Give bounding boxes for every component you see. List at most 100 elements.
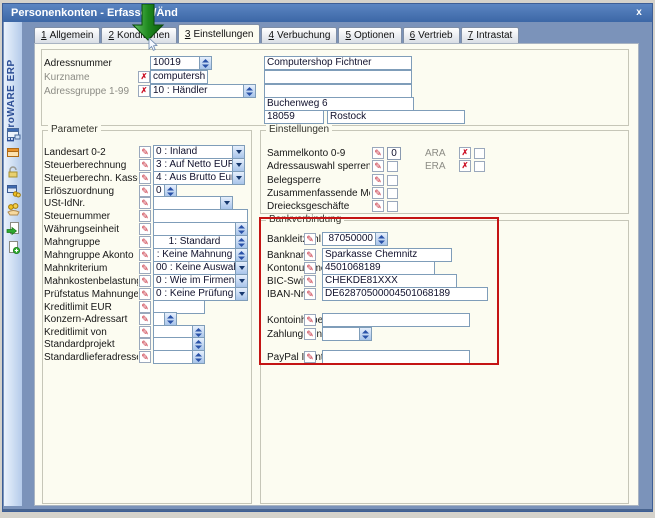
zusammenfassende-meldung-edit-flag-icon[interactable]: [372, 187, 384, 199]
steuerberechnung-dropdown-button[interactable]: [232, 159, 244, 171]
tab-intrastat[interactable]: 7Intrastat: [461, 27, 520, 43]
bic-swift-field[interactable]: CHEKDE81XXX: [322, 274, 457, 288]
ust-idnr-edit-flag-icon[interactable]: [139, 197, 151, 209]
adressgruppe-1-99-field[interactable]: 10 : Händler: [150, 84, 256, 98]
steuerberechn-kasse-dropdown-button[interactable]: [232, 172, 244, 184]
ara-clear-icon[interactable]: [459, 147, 471, 159]
bankleitzahl-spinner-button[interactable]: [375, 233, 387, 245]
adressauswahl-sperren-checkbox[interactable]: [387, 161, 398, 172]
pruefstatus-mahnungen-dropdown-button[interactable]: [235, 288, 247, 300]
standardlieferadresse-edit-flag-icon[interactable]: [139, 351, 151, 363]
mahnkriterium-field[interactable]: 00 : Keine Auswahl: [153, 261, 248, 275]
cash-register-icon[interactable]: [6, 183, 21, 198]
landesart-0-2-dropdown-button[interactable]: [232, 146, 244, 158]
zahlung-von-field[interactable]: [322, 327, 372, 341]
mahnkostenbelastung-dropdown-button[interactable]: [235, 275, 247, 287]
name1-field[interactable]: Computershop Fichtner: [264, 56, 412, 70]
kontoinhaber-field[interactable]: [322, 313, 470, 327]
kreditlimit-von-edit-flag-icon[interactable]: [139, 326, 151, 338]
steuerberechn-kasse-edit-flag-icon[interactable]: [139, 172, 151, 184]
iban-nr-field[interactable]: DE62870500004501068189: [322, 287, 488, 301]
kurzname-field[interactable]: computersh: [150, 70, 208, 84]
standardlieferadresse-field[interactable]: [153, 350, 205, 364]
zahlung-von-edit-flag-icon[interactable]: [304, 328, 316, 340]
app-window-icon[interactable]: [6, 126, 21, 141]
bic-swift-edit-flag-icon[interactable]: [304, 275, 316, 287]
waehrungseinheit-field[interactable]: [153, 222, 248, 236]
paypal-ident-edit-flag-icon[interactable]: [304, 351, 316, 363]
city-field[interactable]: Rostock: [327, 110, 465, 124]
tab-vertrieb[interactable]: 6Vertrieb: [403, 27, 460, 43]
konzern-adressart-spinner-button[interactable]: [164, 313, 176, 325]
mahnkostenbelastung-field[interactable]: 0 : Wie im Firmenstamm eing: [153, 274, 248, 288]
page-export-icon[interactable]: [6, 221, 21, 236]
konzern-adressart-edit-flag-icon[interactable]: [139, 313, 151, 325]
mahngruppe-akonto-edit-flag-icon[interactable]: [139, 249, 151, 261]
standardprojekt-edit-flag-icon[interactable]: [139, 338, 151, 350]
ara-checkbox[interactable]: [474, 148, 485, 159]
dreiecksgeschaefte-edit-flag-icon[interactable]: [372, 200, 384, 212]
tab-verbuchung[interactable]: 4Verbuchung: [261, 27, 337, 43]
paypal-ident-field[interactable]: [322, 350, 470, 364]
steuerberechnung-edit-flag-icon[interactable]: [139, 159, 151, 171]
folder-window-icon[interactable]: [6, 145, 21, 160]
adressgruppe-1-99-spinner-button[interactable]: [243, 85, 255, 97]
waehrungseinheit-edit-flag-icon[interactable]: [139, 223, 151, 235]
standardprojekt-spinner-button[interactable]: [192, 338, 204, 350]
kurzname-clear-icon[interactable]: [138, 71, 150, 83]
iban-nr-edit-flag-icon[interactable]: [304, 288, 316, 300]
era-clear-icon[interactable]: [459, 160, 471, 172]
zip-field[interactable]: 18059: [264, 110, 324, 124]
konzern-adressart-field[interactable]: [153, 312, 177, 326]
tab-konditionen[interactable]: 2Konditionen: [101, 27, 176, 43]
adressnummer-field[interactable]: 10019: [150, 56, 212, 70]
mahngruppe-akonto-spinner-button[interactable]: [235, 249, 247, 261]
dreiecksgeschaefte-checkbox[interactable]: [387, 201, 398, 212]
mahngruppe-field[interactable]: 1: Standard: [153, 235, 248, 249]
belegsperre-checkbox[interactable]: [387, 175, 398, 186]
adressgruppe-1-99-clear-icon[interactable]: [138, 85, 150, 97]
bankleitzahl-edit-flag-icon[interactable]: [304, 233, 316, 245]
mahnkriterium-dropdown-button[interactable]: [235, 262, 247, 274]
tab-allgemein[interactable]: 1Allgemein: [34, 27, 100, 43]
ust-idnr-dropdown-button[interactable]: [220, 197, 232, 209]
standardlieferadresse-spinner-button[interactable]: [192, 351, 204, 363]
kontonummer-field[interactable]: 4501068189: [322, 261, 435, 275]
mahnkostenbelastung-edit-flag-icon[interactable]: [139, 275, 151, 287]
erloeszuordnung-edit-flag-icon[interactable]: [139, 185, 151, 197]
zusammenfassende-meldung-checkbox[interactable]: [387, 188, 398, 199]
landesart-0-2-field[interactable]: 0 : Inland: [153, 145, 245, 159]
sammelkonto-0-9-value-field[interactable]: 0: [387, 147, 401, 160]
steuernummer-field[interactable]: [153, 209, 248, 223]
adressauswahl-sperren-edit-flag-icon[interactable]: [372, 160, 384, 172]
tab-optionen[interactable]: 5Optionen: [338, 27, 401, 43]
sammelkonto-0-9-edit-flag-icon[interactable]: [372, 147, 384, 159]
mahngruppe-akonto-field[interactable]: : Keine Mahnung: [153, 248, 248, 262]
ust-idnr-field[interactable]: [153, 196, 233, 210]
steuerberechnung-field[interactable]: 3 : Auf Netto EUR: [153, 158, 245, 172]
street-field[interactable]: Buchenweg 6: [264, 97, 414, 111]
name2-field[interactable]: [264, 70, 412, 84]
waehrungseinheit-spinner-button[interactable]: [235, 223, 247, 235]
pruefstatus-mahnungen-field[interactable]: 0 : Keine Prüfung: [153, 287, 248, 301]
tab-einstellungen[interactable]: 3Einstellungen: [178, 24, 261, 43]
bankname-edit-flag-icon[interactable]: [304, 249, 316, 261]
mahnkriterium-edit-flag-icon[interactable]: [139, 262, 151, 274]
unlock-icon[interactable]: [6, 164, 21, 179]
mahngruppe-spinner-button[interactable]: [235, 236, 247, 248]
page-add-icon[interactable]: [6, 240, 21, 255]
pruefstatus-mahnungen-edit-flag-icon[interactable]: [139, 288, 151, 300]
belegsperre-edit-flag-icon[interactable]: [372, 174, 384, 186]
kreditlimit-eur-edit-flag-icon[interactable]: [139, 301, 151, 313]
era-checkbox[interactable]: [474, 161, 485, 172]
kontonummer-edit-flag-icon[interactable]: [304, 262, 316, 274]
hand-coins-icon[interactable]: [6, 202, 21, 217]
mahngruppe-edit-flag-icon[interactable]: [139, 236, 151, 248]
steuerberechn-kasse-field[interactable]: 4 : Aus Brutto Euro: [153, 171, 245, 185]
standardprojekt-field[interactable]: [153, 337, 205, 351]
adressnummer-spinner-button[interactable]: [199, 57, 211, 69]
zahlung-von-spinner-button[interactable]: [359, 328, 371, 340]
close-icon[interactable]: x: [632, 6, 646, 20]
bankname-field[interactable]: Sparkasse Chemnitz: [322, 248, 452, 262]
landesart-0-2-edit-flag-icon[interactable]: [139, 146, 151, 158]
